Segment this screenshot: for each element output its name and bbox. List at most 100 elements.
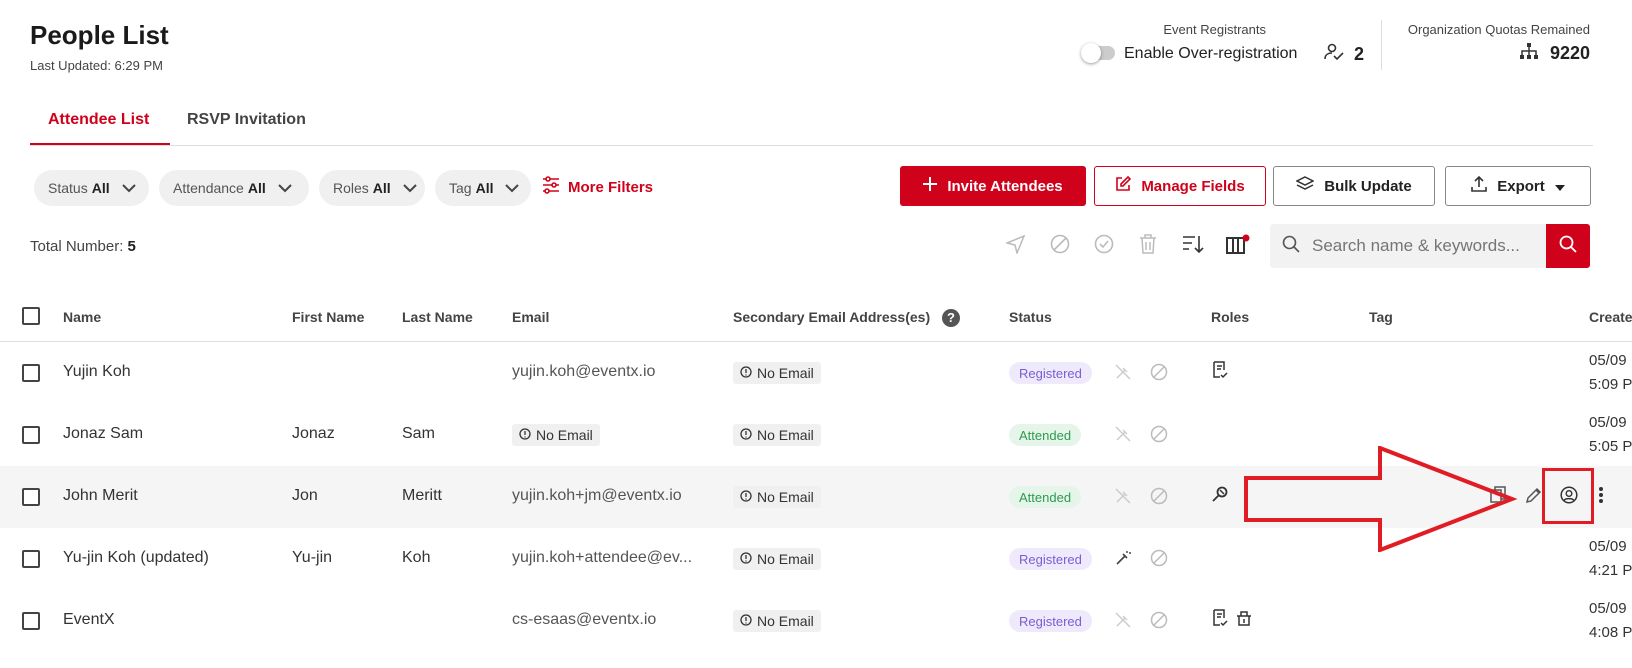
row-checkbox[interactable] [22, 426, 40, 444]
filter-status[interactable]: Status All [34, 170, 149, 206]
cell-name[interactable]: Yu-jin Koh (updated) [63, 549, 209, 567]
table-row[interactable]: EventX cs-esaas@eventx.io No Email Regis… [0, 590, 1632, 652]
annotation-highlight-box [1542, 468, 1594, 524]
more-filters-label: More Filters [568, 178, 654, 196]
sliders-icon [542, 176, 560, 198]
cell-name[interactable]: John Merit [63, 487, 138, 505]
manage-fields-button[interactable]: Manage Fields [1094, 166, 1266, 206]
cell-name[interactable]: EventX [63, 611, 115, 629]
tab-attendee-list[interactable]: Attendee List [48, 111, 149, 129]
info-icon [740, 427, 752, 443]
search-input[interactable] [1310, 235, 1544, 257]
block-icon[interactable] [1150, 487, 1168, 510]
sort-icon[interactable] [1182, 234, 1204, 259]
more-vertical-icon[interactable] [1598, 486, 1604, 509]
col-email[interactable]: Email [512, 309, 549, 325]
block-icon[interactable] [1150, 363, 1168, 386]
created-day: 05/09 [1589, 414, 1627, 431]
col-first-name[interactable]: First Name [292, 309, 364, 325]
bulk-update-button[interactable]: Bulk Update [1273, 166, 1435, 206]
select-all-checkbox[interactable] [22, 307, 40, 325]
total-label: Total Number: [30, 238, 124, 255]
role-attendee-icon [1211, 361, 1229, 384]
bulk-update-label: Bulk Update [1324, 177, 1412, 195]
block-icon[interactable] [1150, 611, 1168, 634]
row-checkbox[interactable] [22, 488, 40, 506]
over-registration-toggle[interactable] [1081, 43, 1115, 63]
checkin-disabled-icon [1114, 425, 1132, 448]
created-date: 05/09 5:09 P [1589, 349, 1632, 397]
block-icon[interactable] [1150, 549, 1168, 572]
created-time: 4:08 P [1589, 624, 1632, 641]
total-value: 5 [127, 238, 136, 255]
header-divider [1381, 20, 1382, 70]
col-name[interactable]: Name [63, 309, 101, 325]
caret-down-icon [1554, 178, 1565, 195]
secondary-email-badge: No Email [733, 548, 821, 570]
secondary-email-text: No Email [757, 365, 814, 381]
over-registration-label: Enable Over-registration [1124, 45, 1298, 62]
check-circle-icon[interactable] [1094, 234, 1114, 259]
info-icon [519, 427, 531, 443]
cell-name[interactable]: Yujin Koh [63, 363, 131, 381]
cell-email: yujin.koh+jm@eventx.io [512, 487, 682, 504]
created-time: 4:21 PM [1589, 562, 1632, 579]
status-badge: Attended [1009, 424, 1082, 446]
send-icon[interactable] [1004, 234, 1026, 259]
filter-roles[interactable]: Roles All [319, 170, 425, 206]
filter-label: Tag [449, 180, 472, 196]
row-checkbox[interactable] [22, 612, 40, 630]
more-filters-button[interactable]: More Filters [542, 176, 653, 198]
registrants-count: 2 [1324, 43, 1364, 66]
org-tree-icon [1519, 43, 1538, 64]
col-created[interactable]: Create [1589, 309, 1632, 325]
table-row[interactable]: Yujin Koh yujin.koh@eventx.io No Email R… [0, 342, 1632, 404]
cell-email: yujin.koh+attendee@ev... [512, 549, 693, 566]
filter-value: All [372, 180, 391, 196]
page-title: People List [30, 20, 169, 50]
col-roles[interactable]: Roles [1211, 309, 1249, 325]
checkin-icon[interactable] [1114, 549, 1132, 572]
info-icon [740, 613, 752, 629]
cell-last-name: Meritt [402, 487, 442, 504]
created-time: 5:05 P [1589, 438, 1632, 455]
export-button[interactable]: Export [1445, 166, 1591, 206]
chevron-down-icon [505, 180, 520, 196]
trash-icon[interactable] [1139, 234, 1157, 259]
secondary-email-text: No Email [757, 427, 814, 443]
quota-value: 9220 [1519, 43, 1590, 64]
edit-icon [1115, 175, 1132, 196]
plus-icon [923, 177, 938, 195]
cell-email: yujin.koh@eventx.io [512, 363, 656, 380]
filter-value: All [247, 180, 266, 196]
tab-rsvp-invitation[interactable]: RSVP Invitation [187, 111, 306, 129]
invite-attendees-button[interactable]: Invite Attendees [900, 166, 1086, 206]
row-checkbox[interactable] [22, 550, 40, 568]
columns-icon[interactable] [1226, 234, 1250, 261]
cell-last-name: Sam [402, 425, 435, 442]
col-status[interactable]: Status [1009, 309, 1052, 325]
col-last-name[interactable]: Last Name [402, 309, 473, 325]
row-checkbox[interactable] [22, 364, 40, 382]
filter-tag[interactable]: Tag All [435, 170, 531, 206]
search-button[interactable] [1546, 224, 1590, 268]
col-tag[interactable]: Tag [1369, 309, 1393, 325]
help-icon[interactable]: ? [942, 309, 961, 328]
chevron-down-icon [402, 180, 417, 196]
role-attendee-icon [1211, 609, 1229, 632]
quota-number: 9220 [1549, 43, 1590, 63]
block-icon[interactable] [1050, 234, 1070, 259]
cell-last-name: Koh [402, 549, 431, 566]
quota-label: Organization Quotas Remained [1407, 22, 1590, 37]
filter-attendance[interactable]: Attendance All [159, 170, 309, 206]
manage-fields-label: Manage Fields [1141, 177, 1245, 195]
block-icon[interactable] [1150, 425, 1168, 448]
filter-label: Attendance [173, 180, 244, 196]
email-text: No Email [536, 427, 593, 443]
role-exhibitor-icon [1235, 609, 1253, 632]
col-secondary-email[interactable]: Secondary Email Address(es) ? [733, 309, 961, 328]
status-badge: Attended [1009, 486, 1082, 508]
status-badge: Registered [1009, 548, 1092, 570]
cell-name[interactable]: Jonaz Sam [63, 425, 143, 443]
filter-label: Roles [333, 180, 369, 196]
